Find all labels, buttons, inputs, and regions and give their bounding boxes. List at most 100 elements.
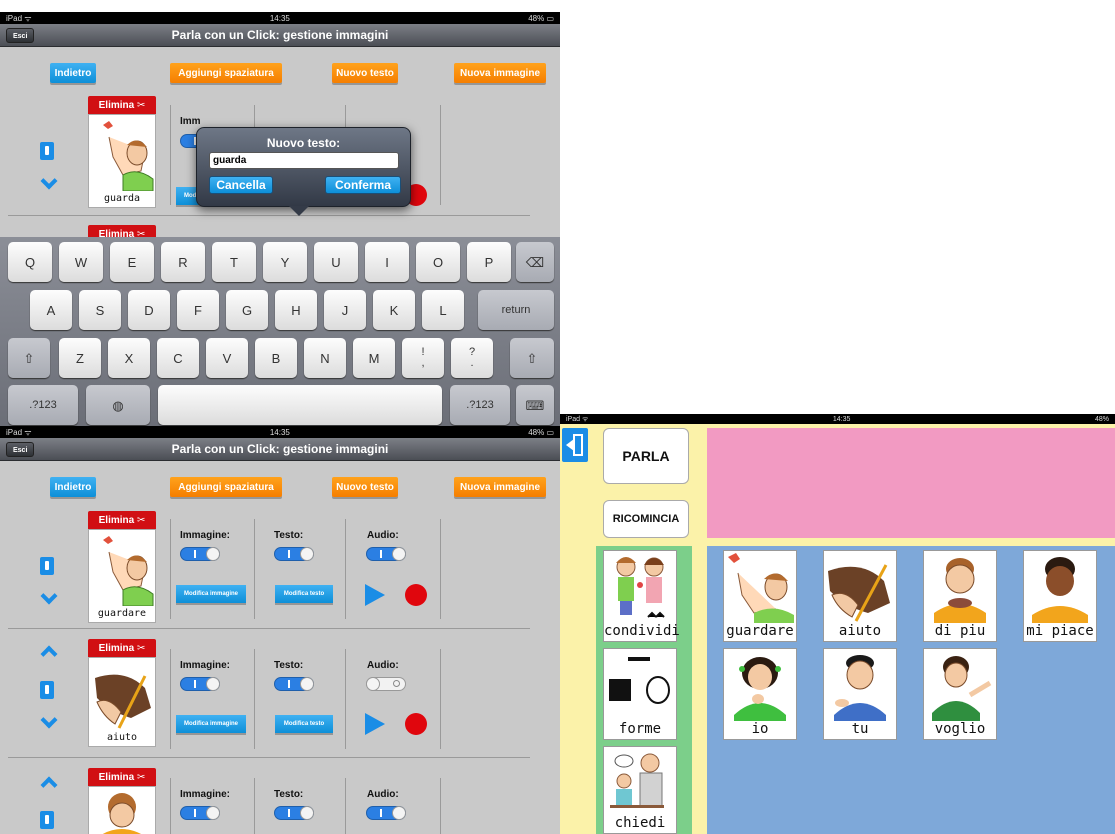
new-image-button[interactable]: Nuova immagine xyxy=(454,63,546,83)
back-button[interactable]: Indietro xyxy=(50,63,96,83)
speak-button[interactable]: PARLA xyxy=(603,428,689,484)
key-d[interactable]: D xyxy=(128,290,170,330)
key-row3-7[interactable]: ! , xyxy=(402,338,444,378)
key-p[interactable]: P xyxy=(467,242,511,282)
numbers-key[interactable]: .?123 xyxy=(450,385,510,425)
pictogram-guardare xyxy=(103,536,154,606)
key-u[interactable]: U xyxy=(314,242,358,282)
exit-icon[interactable] xyxy=(562,428,588,462)
record-icon[interactable] xyxy=(405,713,427,735)
key-g[interactable]: G xyxy=(226,290,268,330)
audio-toggle[interactable] xyxy=(366,806,406,820)
key-h[interactable]: H xyxy=(275,290,317,330)
image-toggle[interactable] xyxy=(180,547,220,561)
key-y[interactable]: Y xyxy=(263,242,307,282)
restart-button[interactable]: RICOMINCIA xyxy=(603,500,689,538)
new-image-button[interactable]: Nuova immagine xyxy=(454,477,546,497)
category-tile[interactable]: chiedi xyxy=(603,746,677,834)
new-text-button[interactable]: Nuovo testo xyxy=(332,477,398,497)
sentence-bar[interactable] xyxy=(707,428,1115,538)
image-toggle[interactable] xyxy=(180,677,220,691)
key-i[interactable]: I xyxy=(365,242,409,282)
reorder-icon[interactable] xyxy=(40,811,54,829)
play-icon[interactable] xyxy=(365,713,385,735)
symbol-tile[interactable]: aiuto xyxy=(823,550,897,642)
reorder-icon[interactable] xyxy=(40,142,54,160)
key-k[interactable]: K xyxy=(373,290,415,330)
key-row3-2[interactable]: C xyxy=(157,338,199,378)
globe-icon[interactable]: ◍ xyxy=(86,385,150,425)
symbol-tile[interactable]: voglio xyxy=(923,648,997,740)
exit-button[interactable]: Esci xyxy=(6,442,35,457)
return-key[interactable]: return xyxy=(478,290,554,330)
symbol-tile[interactable]: guardare xyxy=(723,550,797,642)
category-tile[interactable]: condividi xyxy=(603,550,680,642)
record-icon[interactable] xyxy=(405,584,427,606)
back-button[interactable]: Indietro xyxy=(50,477,96,497)
key-o[interactable]: O xyxy=(416,242,460,282)
key-row3-6[interactable]: M xyxy=(353,338,395,378)
delete-button[interactable]: Elimina ✂ xyxy=(88,225,156,237)
symbol-tile[interactable]: io xyxy=(723,648,797,740)
column-divider xyxy=(170,519,171,619)
key-e[interactable]: E xyxy=(110,242,154,282)
chevron-down-icon[interactable] xyxy=(40,587,58,605)
key-t[interactable]: T xyxy=(212,242,256,282)
key-s[interactable]: S xyxy=(79,290,121,330)
chevron-up-icon[interactable] xyxy=(40,776,58,794)
chevron-up-icon[interactable] xyxy=(40,645,58,663)
clock: 14:35 xyxy=(832,415,851,423)
shift-key[interactable]: ⇧ xyxy=(510,338,554,378)
text-toggle[interactable] xyxy=(274,806,314,820)
cancel-button[interactable]: Cancella xyxy=(209,176,273,194)
edit-image-button[interactable]: Modifica immagine xyxy=(176,715,246,733)
confirm-button[interactable]: Conferma xyxy=(325,176,401,194)
symbol-tile[interactable]: di piu xyxy=(923,550,997,642)
add-spacing-button[interactable]: Aggiungi spaziatura xyxy=(170,63,282,83)
category-tile[interactable]: forme xyxy=(603,648,677,740)
key-row3-4[interactable]: B xyxy=(255,338,297,378)
play-icon[interactable] xyxy=(365,584,385,606)
key-row3-8[interactable]: ? . xyxy=(451,338,493,378)
symbol-tile[interactable]: mi piace xyxy=(1023,550,1097,642)
reorder-icon[interactable] xyxy=(40,681,54,699)
key-w[interactable]: W xyxy=(59,242,103,282)
chevron-down-icon[interactable] xyxy=(40,711,58,729)
chevron-down-icon[interactable] xyxy=(40,172,58,190)
key-row3-5[interactable]: N xyxy=(304,338,346,378)
key-q[interactable]: Q xyxy=(8,242,52,282)
edit-image-button[interactable]: Modifica immagine xyxy=(176,585,246,603)
reorder-icon[interactable] xyxy=(40,557,54,575)
edit-text-button[interactable]: Modifica testo xyxy=(275,585,333,603)
key-r[interactable]: R xyxy=(161,242,205,282)
hide-keyboard-icon[interactable]: ⌨ xyxy=(516,385,554,425)
image-toggle[interactable] xyxy=(180,806,220,820)
key-l[interactable]: L xyxy=(422,290,464,330)
symbol-word: guardare xyxy=(726,623,794,639)
backspace-key[interactable]: ⌫ xyxy=(516,242,554,282)
key-f[interactable]: F xyxy=(177,290,219,330)
new-text-button[interactable]: Nuovo testo xyxy=(332,63,398,83)
delete-button[interactable]: Elimina ✂ xyxy=(88,96,156,114)
key-row3-0[interactable]: Z xyxy=(59,338,101,378)
text-toggle[interactable] xyxy=(274,677,314,691)
shift-key[interactable]: ⇧ xyxy=(8,338,50,378)
symbol-word: aiuto xyxy=(838,623,882,639)
delete-button[interactable]: Elimina ✂ xyxy=(88,768,156,786)
key-a[interactable]: A xyxy=(30,290,72,330)
key-row3-3[interactable]: V xyxy=(206,338,248,378)
audio-toggle[interactable] xyxy=(366,677,406,691)
edit-text-button[interactable]: Modifica testo xyxy=(275,715,333,733)
add-spacing-button[interactable]: Aggiungi spaziatura xyxy=(170,477,282,497)
text-input[interactable] xyxy=(209,152,399,169)
symbol-tile[interactable]: tu xyxy=(823,648,897,740)
space-bar[interactable] xyxy=(158,385,442,425)
key-j[interactable]: J xyxy=(324,290,366,330)
numbers-key[interactable]: .?123 xyxy=(8,385,78,425)
audio-toggle[interactable] xyxy=(366,547,406,561)
delete-button[interactable]: Elimina ✂ xyxy=(88,511,156,529)
delete-button[interactable]: Elimina ✂ xyxy=(88,639,156,657)
key-row3-1[interactable]: X xyxy=(108,338,150,378)
exit-button[interactable]: Esci xyxy=(6,28,35,43)
text-toggle[interactable] xyxy=(274,547,314,561)
